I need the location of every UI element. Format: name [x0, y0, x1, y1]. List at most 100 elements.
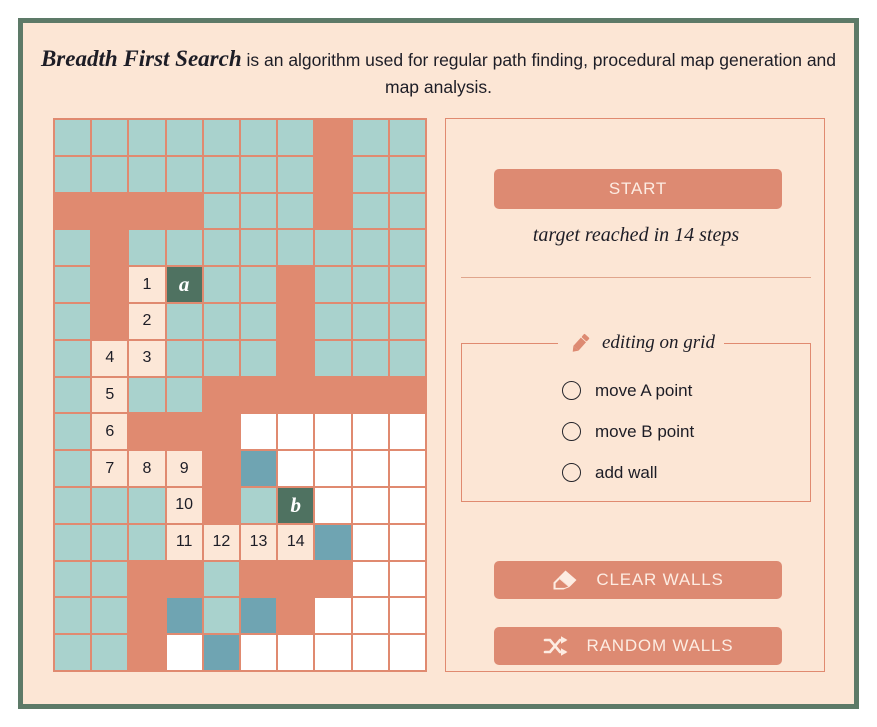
grid-cell-14-1[interactable] [91, 634, 129, 671]
grid-cell-12-1[interactable] [91, 560, 129, 598]
grid-cell-7-5[interactable] [239, 376, 278, 414]
grid-cell-13-4[interactable] [202, 597, 240, 635]
grid-cell-3-3[interactable] [165, 229, 203, 267]
grid-cell-6-3[interactable] [165, 339, 203, 377]
edit-mode-radio-group[interactable]: move A point move B point add wall [462, 370, 810, 493]
grid-cell-8-6[interactable] [277, 413, 315, 451]
grid-cell-12-7[interactable] [314, 560, 352, 598]
grid-cell-9-3[interactable]: 9 [165, 450, 203, 487]
clear-walls-button[interactable]: CLEAR WALLS [494, 561, 782, 599]
grid-cell-4-7[interactable] [314, 266, 352, 303]
grid-cell-13-3[interactable] [165, 597, 203, 635]
grid-cell-1-0[interactable] [54, 155, 92, 193]
grid-cell-11-7[interactable] [314, 523, 352, 561]
grid-cell-8-3[interactable] [165, 413, 203, 451]
grid-cell-5-7[interactable] [314, 302, 352, 340]
grid-cell-8-5[interactable] [239, 413, 278, 451]
grid-cell-8-7[interactable] [314, 413, 352, 451]
grid-cell-0-0[interactable] [54, 119, 92, 156]
grid-cell-10-2[interactable] [128, 486, 166, 524]
grid-cell-11-0[interactable] [54, 523, 92, 561]
grid-cell-11-6[interactable]: 14 [277, 523, 315, 561]
grid-cell-14-4[interactable] [202, 634, 240, 671]
grid-cell-7-6[interactable] [277, 376, 315, 414]
grid-cell-12-5[interactable] [239, 560, 278, 598]
grid-cell-5-0[interactable] [54, 302, 92, 340]
grid-cell-1-8[interactable] [351, 155, 389, 193]
grid-cell-2-6[interactable] [277, 192, 315, 230]
grid-cell-3-0[interactable] [54, 229, 92, 267]
grid-cell-12-3[interactable] [165, 560, 203, 598]
grid-cell-6-2[interactable]: 3 [128, 339, 166, 377]
grid-cell-9-1[interactable]: 7 [91, 450, 129, 487]
grid-cell-5-2[interactable]: 2 [128, 302, 166, 340]
grid-cell-0-8[interactable] [351, 119, 389, 156]
grid-cell-14-6[interactable] [277, 634, 315, 671]
grid-cell-3-9[interactable] [388, 229, 426, 267]
grid-cell-0-9[interactable] [388, 119, 426, 156]
grid-cell-4-2[interactable]: 1 [128, 266, 166, 303]
grid-cell-5-6[interactable] [277, 302, 315, 340]
grid-cell-0-5[interactable] [239, 119, 278, 156]
grid-cell-1-9[interactable] [388, 155, 426, 193]
grid-cell-0-3[interactable] [165, 119, 203, 156]
grid-cell-11-2[interactable] [128, 523, 166, 561]
grid-cell-3-8[interactable] [351, 229, 389, 267]
grid-cell-14-8[interactable] [351, 634, 389, 671]
maze-grid[interactable]: 1 a 2 4 3 5 6 7 8 9 10 b 11 12 13 14 [53, 118, 427, 672]
grid-cell-8-8[interactable] [351, 413, 389, 451]
grid-cell-2-7[interactable] [314, 192, 352, 230]
grid-cell-3-2[interactable] [128, 229, 166, 267]
start-button[interactable]: START [494, 169, 782, 209]
grid-cell-7-9[interactable] [388, 376, 426, 414]
grid-cell-12-2[interactable] [128, 560, 166, 598]
grid-cell-13-1[interactable] [91, 597, 129, 635]
grid-cell-6-9[interactable] [388, 339, 426, 377]
grid-cell-1-2[interactable] [128, 155, 166, 193]
grid-cell-9-9[interactable] [388, 450, 426, 487]
grid-cell-4-3[interactable]: a [165, 266, 203, 303]
grid-cell-5-3[interactable] [165, 302, 203, 340]
grid-cell-2-4[interactable] [202, 192, 240, 230]
grid-cell-14-0[interactable] [54, 634, 92, 671]
grid-cell-10-9[interactable] [388, 486, 426, 524]
grid-cell-6-7[interactable] [314, 339, 352, 377]
grid-cell-7-4[interactable] [202, 376, 240, 414]
grid-cell-9-0[interactable] [54, 450, 92, 487]
grid-cell-3-6[interactable] [277, 229, 315, 267]
grid-cell-2-1[interactable] [91, 192, 129, 230]
grid-cell-4-5[interactable] [239, 266, 278, 303]
grid-cell-14-2[interactable] [128, 634, 166, 671]
grid-cell-10-8[interactable] [351, 486, 389, 524]
radio-dot-2[interactable] [562, 463, 581, 482]
grid-cell-1-6[interactable] [277, 155, 315, 193]
grid-cell-14-9[interactable] [388, 634, 426, 671]
grid-cell-13-6[interactable] [277, 597, 315, 635]
grid-cell-1-1[interactable] [91, 155, 129, 193]
grid-cell-11-8[interactable] [351, 523, 389, 561]
grid-cell-4-9[interactable] [388, 266, 426, 303]
grid-cell-0-2[interactable] [128, 119, 166, 156]
grid-cell-2-5[interactable] [239, 192, 278, 230]
grid-cell-4-1[interactable] [91, 266, 129, 303]
grid-cell-0-7[interactable] [314, 119, 352, 156]
radio-option-1[interactable]: move B point [562, 411, 810, 452]
grid-cell-3-1[interactable] [91, 229, 129, 267]
grid-cell-9-7[interactable] [314, 450, 352, 487]
grid-cell-10-5[interactable] [239, 486, 278, 524]
grid-cell-10-3[interactable]: 10 [165, 486, 203, 524]
grid-cell-1-5[interactable] [239, 155, 278, 193]
radio-dot-0[interactable] [562, 381, 581, 400]
grid-cell-13-8[interactable] [351, 597, 389, 635]
grid-cell-10-1[interactable] [91, 486, 129, 524]
grid-cell-4-4[interactable] [202, 266, 240, 303]
grid-cell-6-8[interactable] [351, 339, 389, 377]
grid-cell-7-8[interactable] [351, 376, 389, 414]
grid-cell-10-6[interactable]: b [277, 486, 315, 524]
grid-cell-11-3[interactable]: 11 [165, 523, 203, 561]
grid-cell-2-2[interactable] [128, 192, 166, 230]
grid-cell-13-0[interactable] [54, 597, 92, 635]
radio-dot-1[interactable] [562, 422, 581, 441]
grid-cell-0-4[interactable] [202, 119, 240, 156]
grid-cell-6-0[interactable] [54, 339, 92, 377]
